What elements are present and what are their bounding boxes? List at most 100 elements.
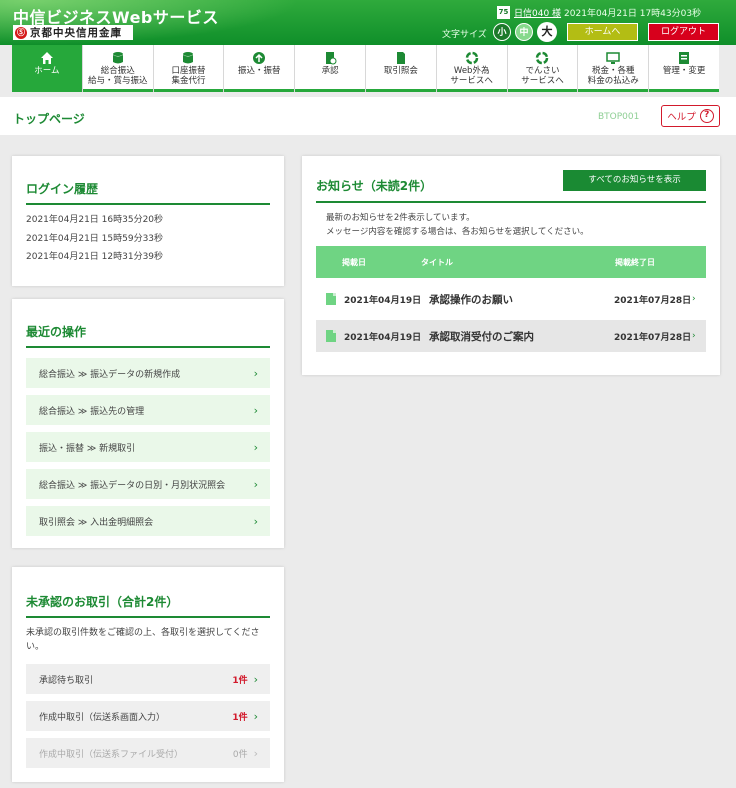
- chevron-right-icon: ›: [253, 477, 258, 491]
- nav-account-transfer[interactable]: 口座振替 集金代行: [153, 45, 225, 92]
- unapproved-title: 未承認のお取引（合計2件）: [26, 593, 270, 618]
- nav-label: 口座振替 集金代行: [171, 66, 206, 86]
- document-icon: [326, 293, 336, 305]
- logout-button[interactable]: ログアウト: [648, 23, 719, 41]
- unapproved-count: 1件: [232, 675, 248, 686]
- nav-tax-payment[interactable]: 税金・各種 料金の払込み: [578, 45, 650, 92]
- nav-label: 取引照会: [383, 66, 418, 76]
- database-icon: [154, 51, 224, 65]
- news-description-line: メッセージ内容を確認する場合は、各お知らせを選択してください。: [326, 227, 589, 237]
- news-end-date: 2021年07月28日: [614, 295, 692, 306]
- news-date: 2021年04月19日: [344, 332, 422, 343]
- nav-label: 承認: [321, 66, 339, 76]
- news-title-link: 承認取消受付のご案内: [429, 330, 534, 343]
- user-icon: 75: [497, 6, 510, 19]
- approval-icon: [295, 51, 365, 65]
- monitor-icon: [578, 51, 648, 65]
- nav-home[interactable]: ホーム: [12, 45, 83, 92]
- recent-op-label: 取引照会 ≫ 入出金明細照会: [39, 517, 154, 528]
- page-title: トップページ: [13, 112, 85, 126]
- recent-op-item[interactable]: 総合振込 ≫ 振込データの新規作成 ›: [26, 358, 270, 388]
- nav-general-transfer[interactable]: 総合振込 給与・賞与振込: [82, 45, 154, 92]
- home-button[interactable]: ホームへ: [567, 23, 638, 41]
- main-nav: ホーム 総合振込 給与・賞与振込 口座振替 集金代行 振込・振替 承認 取引照会…: [12, 45, 719, 92]
- recent-op-item[interactable]: 振込・振替 ≫ 新規取引 ›: [26, 432, 270, 462]
- news-row[interactable]: 2021年04月19日 承認取消受付のご案内 2021年07月28日 ›: [316, 320, 706, 352]
- recent-op-label: 総合振込 ≫ 振込先の管理: [39, 406, 145, 417]
- transfer-icon: [224, 51, 294, 65]
- recent-op-label: 総合振込 ≫ 振込データの日別・月別状況照会: [39, 480, 226, 491]
- recent-operations-title: 最近の操作: [26, 323, 270, 348]
- unapproved-row: 作成中取引（伝送系ファイル受付） 0件 ›: [26, 738, 270, 768]
- nav-label: ホーム: [34, 66, 60, 76]
- news-description: 最新のお知らせを2件表示しています。 メッセージ内容を確認する場合は、各お知らせ…: [316, 203, 706, 246]
- unapproved-card: 未承認のお取引（合計2件） 未承認の取引件数をご確認の上、各取引を選択してくださ…: [12, 567, 284, 782]
- chevron-right-icon: ›: [253, 709, 258, 723]
- news-table-header: 掲載日 タイトル 掲載終了日: [316, 246, 706, 278]
- news-date: 2021年04月19日: [344, 295, 422, 306]
- nav-web-forex[interactable]: Web外為 サービスへ: [436, 45, 508, 92]
- last-login-time: 2021年04月21日 17時43分03秒: [564, 9, 702, 19]
- help-label: ヘルプ: [667, 112, 696, 123]
- bank-mark-icon: Ⓢ: [15, 26, 27, 39]
- page-id: BTOP001: [598, 112, 640, 122]
- login-history-card: ログイン履歴 2021年04月21日 16時35分20秒 2021年04月21日…: [12, 156, 284, 286]
- news-title: お知らせ（未読2件）: [316, 179, 433, 193]
- nav-furikomi[interactable]: 振込・振替: [224, 45, 296, 92]
- recent-operations-card: 最近の操作 総合振込 ≫ 振込データの新規作成 › 総合振込 ≫ 振込先の管理 › …: [12, 299, 284, 548]
- news-title-link: 承認操作のお願い: [429, 293, 513, 306]
- login-history-title: ログイン履歴: [26, 180, 270, 205]
- nav-label: Web外為 サービスへ: [450, 66, 493, 86]
- news-header: お知らせ（未読2件） すべてのお知らせを表示: [316, 156, 706, 203]
- news-row[interactable]: 2021年04月19日 承認操作のお願い 2021年07月28日 ›: [316, 283, 706, 315]
- col-date: 掲載日: [342, 257, 366, 267]
- nav-label: でんさい サービスへ: [521, 66, 564, 86]
- unapproved-count: 0件: [232, 749, 248, 760]
- page-title-bar: トップページ BTOP001 ヘルプ ?: [0, 97, 736, 135]
- nav-label: 振込・振替: [238, 66, 281, 76]
- recycle-icon: [437, 51, 507, 65]
- nav-inquiry[interactable]: 取引照会: [365, 45, 437, 92]
- home-icon: [12, 51, 82, 65]
- news-description-line: 最新のお知らせを2件表示しています。: [326, 213, 475, 223]
- recent-op-item[interactable]: 総合振込 ≫ 振込データの日別・月別状況照会 ›: [26, 469, 270, 499]
- recent-op-item[interactable]: 取引照会 ≫ 入出金明細照会 ›: [26, 506, 270, 536]
- unapproved-label: 作成中取引（伝送系画面入力）: [39, 712, 166, 723]
- document-icon: [326, 330, 336, 342]
- login-history-row: 2021年04月21日 12時31分39秒: [26, 252, 164, 262]
- font-size-small-button[interactable]: 小: [493, 23, 511, 41]
- font-size-large-button[interactable]: 大: [537, 22, 557, 42]
- chevron-right-icon: ›: [253, 672, 258, 686]
- news-end-date: 2021年07月28日: [614, 332, 692, 343]
- recycle-icon: [508, 51, 578, 65]
- login-history-row: 2021年04月21日 15時59分33秒: [26, 233, 164, 244]
- nav-label: 総合振込 給与・賞与振込: [87, 66, 148, 86]
- nav-management[interactable]: 管理・変更: [649, 45, 719, 92]
- question-icon: ?: [699, 109, 714, 123]
- unapproved-description: 未承認の取引件数をご確認の上、各取引を選択してください。: [26, 628, 260, 652]
- unapproved-row[interactable]: 承認待ち取引 1件 ›: [26, 664, 270, 694]
- unapproved-label: 作成中取引（伝送系ファイル受付）: [39, 749, 184, 760]
- news-card: お知らせ（未読2件） すべてのお知らせを表示 最新のお知らせを2件表示しています…: [302, 156, 720, 375]
- chevron-right-icon: ›: [253, 440, 258, 454]
- show-all-news-button[interactable]: すべてのお知らせを表示: [563, 170, 706, 191]
- unapproved-label: 承認待ち取引: [39, 675, 94, 686]
- user-name-link[interactable]: 日信040 様: [514, 6, 561, 19]
- help-button[interactable]: ヘルプ ?: [661, 105, 720, 127]
- recent-op-item[interactable]: 総合振込 ≫ 振込先の管理 ›: [26, 395, 270, 425]
- settings-icon: [649, 51, 719, 65]
- nav-densai[interactable]: でんさい サービスへ: [507, 45, 579, 92]
- bank-name: 京都中央信用金庫: [30, 27, 122, 39]
- font-size-medium-button[interactable]: 中: [515, 23, 533, 41]
- nav-approval[interactable]: 承認: [295, 45, 366, 92]
- chevron-right-icon: ›: [692, 331, 696, 341]
- chevron-right-icon: ›: [253, 403, 258, 417]
- chevron-right-icon: ›: [253, 746, 258, 760]
- col-title: タイトル: [421, 257, 453, 267]
- font-size-label: 文字サイズ: [442, 30, 487, 40]
- recent-op-label: 総合振込 ≫ 振込データの新規作成: [39, 369, 181, 380]
- header-bar: 中信ビジネスWebサービス Ⓢ 京都中央信用金庫 75 日信040 様 2021…: [0, 0, 736, 45]
- col-end-date: 掲載終了日: [615, 257, 655, 267]
- unapproved-row[interactable]: 作成中取引（伝送系画面入力） 1件 ›: [26, 701, 270, 731]
- unapproved-count: 1件: [232, 712, 248, 723]
